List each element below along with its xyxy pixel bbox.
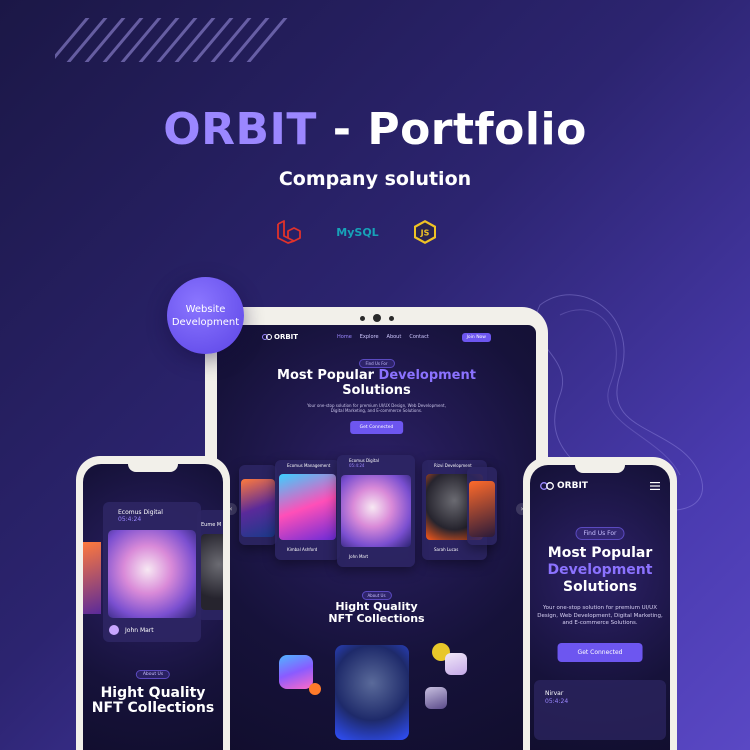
page-title: ORBIT - Portfolio xyxy=(0,104,750,155)
nft-card-title: Nirvar xyxy=(545,690,564,697)
phone-right-screen: ORBIT Find Us For Most Popular Developme… xyxy=(530,465,670,750)
orbit-logo-icon xyxy=(262,334,272,340)
tablet-nft-line2: NFT Collections xyxy=(328,612,425,625)
tablet-nav-explore[interactable]: Explore xyxy=(360,334,379,340)
website-development-badge: Website Development xyxy=(167,277,244,354)
phone-mockup-right: ORBIT Find Us For Most Popular Developme… xyxy=(523,457,677,750)
orbit-logo-icon xyxy=(540,482,554,490)
tablet-hero-line1: Most Popular xyxy=(277,368,379,383)
nft-card[interactable] xyxy=(239,465,277,545)
nft-card-code: 05:4:24 xyxy=(349,463,365,468)
laravel-icon xyxy=(273,217,303,247)
phone-right-hero-accent: Development xyxy=(547,562,653,578)
nft-card-image xyxy=(108,530,196,618)
phone-right-logo-text: ORBIT xyxy=(557,481,588,491)
nft-card[interactable]: Ecomus Management Kimbal Ashford xyxy=(275,460,340,560)
nft-feature-image xyxy=(335,645,409,740)
nft-card-image xyxy=(469,481,495,537)
mysql-label: MySQL xyxy=(336,225,379,239)
nft-card-author: Sarah Lucas xyxy=(434,547,459,552)
phone-notch xyxy=(128,463,178,472)
nft-card-author: John Mart xyxy=(125,627,154,634)
tablet-desc-line2: Digital Marketing, and E-commerce Soluti… xyxy=(330,408,423,413)
phone-right-logo[interactable]: ORBIT xyxy=(540,481,588,491)
nft-card-image xyxy=(201,534,223,610)
nft-card-featured[interactable]: Ecomus Digital 05:4:24 John Mart xyxy=(103,502,201,642)
tablet-nft-title: Hight Quality NFT Collections xyxy=(217,601,536,625)
tech-stack: MySQL JS xyxy=(0,217,750,247)
nft-card-title: Ecomus Digital xyxy=(118,509,163,516)
avatar xyxy=(109,625,119,635)
phone-right-hero-line2: Solutions xyxy=(563,579,637,595)
js-label: JS xyxy=(420,229,430,238)
phone-left-screen: Eume M Ecomus Digital 05:4:24 John Mart … xyxy=(83,464,223,750)
decorative-stripes xyxy=(55,18,290,62)
tablet-nav-about[interactable]: About xyxy=(387,334,402,340)
tablet-screen: ORBIT Home Explore About Contact Join No… xyxy=(217,325,536,750)
badge-line1: Website xyxy=(185,303,226,315)
nft-card-image xyxy=(341,475,411,547)
hamburger-menu-icon[interactable] xyxy=(650,482,660,490)
nft-card[interactable] xyxy=(534,680,666,740)
brand-name: ORBIT xyxy=(163,104,317,155)
nft-card-code: 05:4:24 xyxy=(118,516,142,523)
tablet-hero-title: Most Popular Development Solutions xyxy=(217,368,536,398)
tablet-camera xyxy=(359,314,394,322)
nft-card[interactable] xyxy=(467,467,497,545)
tablet-hero-desc: Your one-stop solution for premium UI/UX… xyxy=(217,403,536,413)
tablet-nav-home[interactable]: Home xyxy=(337,334,352,340)
phone-right-get-connected-button[interactable]: Get Connected xyxy=(557,643,643,662)
nft-card-author: Kimbal Ashford xyxy=(287,547,318,552)
phone-left-nft-title: Hight Quality NFT Collections xyxy=(83,686,223,716)
nft-card-image xyxy=(241,479,275,537)
nft-card-title: Rizvi Development xyxy=(434,463,472,468)
page-subtitle: Company solution xyxy=(278,168,472,190)
tablet-nav-contact[interactable]: Contact xyxy=(409,334,428,340)
nft-card-featured[interactable]: Ecomus Digital 05:4:24 John Mart xyxy=(337,455,415,567)
tablet-card-carousel: ‹ Ecomus Management Kimbal Ashford Rizvi… xyxy=(217,455,536,570)
tablet-logo-text: ORBIT xyxy=(274,333,299,341)
nodejs-icon: JS xyxy=(413,217,437,247)
phone-right-navbar: ORBIT xyxy=(540,479,660,493)
phone-right-hero-title: Most Popular Development Solutions xyxy=(530,545,670,596)
phone-right-hero-pill: Find Us For xyxy=(575,527,625,540)
tablet-hero-accent: Development xyxy=(378,368,476,383)
phone-right-hero-desc: Your one-stop solution for premium UI/UX… xyxy=(537,605,663,626)
tablet-hero-pill: Find Us For xyxy=(358,359,395,368)
tablet-nav-links: Home Explore About Contact xyxy=(337,334,429,340)
tablet-logo[interactable]: ORBIT xyxy=(262,333,298,341)
phone-left-nft-line1: Hight Quality xyxy=(100,685,206,701)
tablet-get-connected-button[interactable]: Get Connected xyxy=(349,421,404,434)
nft-card-title: Ecomus Management xyxy=(287,463,331,468)
nft-thumb-image xyxy=(279,655,313,689)
title-rest: - Portfolio xyxy=(316,104,587,155)
phone-mockup-left: Eume M Ecomus Digital 05:4:24 John Mart … xyxy=(76,456,230,750)
mysql-icon: MySQL xyxy=(330,217,385,247)
decorative-dot xyxy=(309,683,321,695)
nft-card-title: Eume M xyxy=(201,522,222,528)
tablet-join-button[interactable]: Join Now xyxy=(461,332,491,342)
nft-card-image xyxy=(83,542,101,614)
nft-card-code: 05:4:24 xyxy=(545,698,569,705)
tablet-mockup: ORBIT Home Explore About Contact Join No… xyxy=(205,307,548,750)
nft-thumb-image xyxy=(425,687,447,709)
tablet-navbar: ORBIT Home Explore About Contact Join No… xyxy=(217,330,536,344)
phone-left-nft-line2: NFT Collections xyxy=(91,700,215,716)
phone-notch xyxy=(575,464,625,473)
nft-card-author: John Mart xyxy=(349,554,369,559)
tablet-about-pill: About Us xyxy=(361,591,392,600)
nft-thumb-image xyxy=(445,653,467,675)
nft-card-image xyxy=(279,474,336,540)
phone-right-hero-line1: Most Popular xyxy=(547,545,653,561)
phone-left-about-pill: About Us xyxy=(135,670,171,679)
tablet-hero-line2: Solutions xyxy=(342,383,411,398)
badge-line2: Development xyxy=(171,316,240,328)
